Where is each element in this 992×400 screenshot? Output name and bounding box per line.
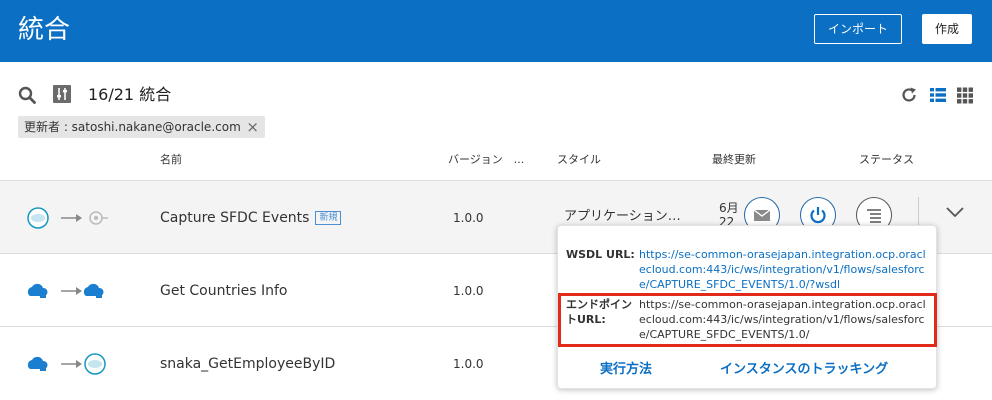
wsdl-url-label: WSDL URL: xyxy=(566,248,635,261)
wsdl-url-link[interactable]: https://se-common-orasejapan.integration… xyxy=(639,247,927,292)
run-method-link[interactable]: 実行方法 xyxy=(600,361,652,379)
refresh-icon[interactable] xyxy=(900,86,918,104)
filter-chip-updated-by: 更新者 : satoshi.nakane@oracle.com × xyxy=(18,116,265,138)
endpoint-url-value: https://se-common-orasejapan.integration… xyxy=(639,298,926,341)
column-header-status[interactable]: ステータス xyxy=(859,152,914,168)
grid-view-icon[interactable] xyxy=(956,86,974,104)
page-header: 統合 インポート 作成 xyxy=(0,0,992,62)
filter-icon[interactable] xyxy=(52,84,72,104)
endpoint-popover: WSDL URL: https://se-common-orasejapan.i… xyxy=(557,225,937,389)
integration-name[interactable]: snaka_GetEmployeeByID xyxy=(160,354,335,374)
integration-style: アプリケーション… xyxy=(564,209,681,224)
flow-cloud-to-salesforce-icon xyxy=(27,353,106,375)
column-header-name[interactable]: 名前 xyxy=(160,152,182,168)
integration-version: 1.0.0 xyxy=(453,211,484,225)
integration-count: 16/21 統合 xyxy=(88,85,172,104)
filter-chip-label: 更新者 : satoshi.nakane@oracle.com xyxy=(24,120,241,134)
power-icon xyxy=(810,207,826,224)
import-button[interactable]: インポート xyxy=(814,14,902,44)
new-badge: 新規 xyxy=(315,211,342,225)
chevron-down-icon[interactable] xyxy=(945,205,965,219)
toolbar: 16/21 統合 xyxy=(0,78,992,112)
column-header-style[interactable]: スタイル xyxy=(557,152,601,168)
integration-name[interactable]: Get Countries Info xyxy=(160,281,287,301)
mail-icon xyxy=(753,209,771,221)
list-view-icon[interactable] xyxy=(929,86,947,104)
close-icon[interactable]: × xyxy=(246,116,259,138)
flow-cloud-to-cloud-icon xyxy=(27,283,104,298)
integration-name[interactable]: Capture SFDC Events xyxy=(160,210,309,226)
flow-salesforce-to-trigger-icon xyxy=(27,207,108,229)
search-icon[interactable] xyxy=(18,86,36,104)
column-header-version[interactable]: バージョン ... xyxy=(448,152,524,168)
track-instances-link[interactable]: インスタンスのトラッキング xyxy=(720,361,888,379)
list-menu-icon xyxy=(867,209,881,223)
column-header-last-updated[interactable]: 最終更新 xyxy=(712,152,756,168)
create-button[interactable]: 作成 xyxy=(922,14,972,44)
page-title: 統合 xyxy=(18,15,71,45)
integration-version: 1.0.0 xyxy=(453,284,484,298)
integration-version: 1.0.0 xyxy=(453,357,484,371)
endpoint-url-label: エンドポイントURL: xyxy=(566,298,632,326)
